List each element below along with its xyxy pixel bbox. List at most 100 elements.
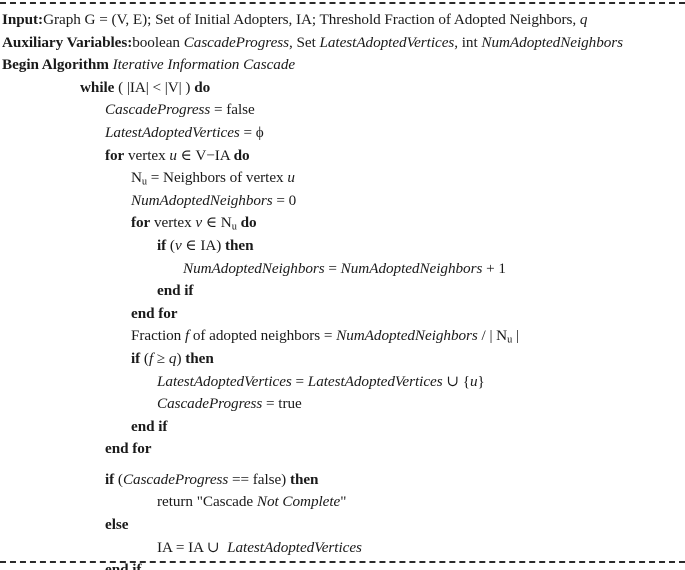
for-keyword: for	[131, 214, 151, 232]
assign-empty-set: = ϕ	[239, 123, 264, 141]
fraction-text: Fraction	[131, 327, 185, 345]
begin-algorithm-line: Begin Algorithm Iterative Information Ca…	[0, 54, 685, 77]
aux-text-3: , int	[454, 33, 482, 51]
input-label: Input:	[2, 11, 44, 28]
return-not-complete-line: return "Cascade Not Complete"	[0, 491, 685, 514]
neighbor-set-symbol: N	[131, 169, 142, 187]
end-for-keyword: end for	[131, 304, 178, 322]
update-ia-line: IA = IA ∪ LatestAdoptedVertices	[0, 537, 685, 560]
algorithm-name: Iterative Information Cascade	[112, 56, 296, 74]
input-line: Input:Graph G = (V, E); Set of Initial A…	[0, 9, 685, 32]
equals: =	[324, 259, 341, 277]
var-numadoptedneighbors-rhs: NumAdoptedNeighbors	[340, 259, 483, 277]
increment-numadoptedneighbors-line: NumAdoptedNeighbors = NumAdoptedNeighbor…	[0, 258, 685, 281]
aux-text-1: boolean	[132, 33, 184, 51]
do-keyword: do	[240, 214, 257, 232]
else-keyword: else	[105, 516, 129, 534]
else-line: else	[0, 514, 685, 537]
var-latestadoptedvertices-lhs: LatestAdoptedVertices	[157, 372, 292, 390]
do-keyword: do	[194, 78, 211, 96]
return-keyword: return	[157, 493, 193, 511]
then-keyword: then	[185, 349, 214, 367]
close-quote: "	[340, 493, 347, 511]
while-line: while ( |IA| < |V| ) do	[0, 77, 685, 100]
end-for-keyword: end for	[105, 440, 152, 458]
begin-algorithm-label: Begin Algorithm	[2, 56, 109, 74]
var-numadoptedneighbors: NumAdoptedNeighbors	[336, 327, 478, 345]
var-cascadeprogress: CascadeProgress	[105, 101, 211, 119]
algorithm-figure: Input:Graph G = (V, E); Set of Initial A…	[0, 0, 685, 570]
end-if-keyword: end if	[131, 417, 168, 435]
for-keyword: for	[105, 146, 125, 164]
if-keyword: if	[131, 349, 141, 367]
open-paren: (	[114, 470, 123, 488]
var-latestadoptedvertices: LatestAdoptedVertices	[227, 538, 362, 556]
neighbors-text: = Neighbors of vertex	[147, 169, 288, 187]
if-no-progress-line: if (CascadeProgress == false) then	[0, 469, 685, 492]
close-paren: )	[176, 349, 186, 367]
if-keyword: if	[157, 236, 167, 254]
end-if-inner-line: end if	[0, 280, 685, 303]
end-for-outer-line: end for	[0, 438, 685, 461]
end-for-inner-line: end for	[0, 303, 685, 326]
ge-operator: ≥	[153, 349, 169, 367]
then-keyword: then	[289, 470, 319, 488]
then-keyword: then	[225, 236, 254, 254]
if-keyword: if	[105, 470, 115, 488]
assign-cascadeprogress-false-line: CascadeProgress = false	[0, 99, 685, 122]
fraction-computation-line: Fraction f of adopted neighbors = NumAdo…	[0, 325, 685, 348]
auxiliary-variables-line: Auxiliary Variables:boolean CascadeProgr…	[0, 32, 685, 55]
aux-var-numadoptedneighbors: NumAdoptedNeighbors	[481, 33, 624, 51]
assign-zero: = 0	[272, 191, 297, 209]
assign-true: = true	[262, 395, 302, 413]
open-paren: (	[166, 236, 175, 254]
var-latestadoptedvertices-rhs: LatestAdoptedVertices	[307, 372, 443, 390]
return-value-not-complete: Not Complete	[256, 493, 341, 511]
close-brace: }	[477, 372, 485, 390]
if-v-in-ia-line: if (v ∈ IA) then	[0, 235, 685, 258]
var-numadoptedneighbors: NumAdoptedNeighbors	[131, 191, 273, 209]
divide-neighbor-set: / | N	[477, 327, 508, 345]
if-f-ge-q-line: if (f ≥ q) then	[0, 348, 685, 371]
var-cascadeprogress: CascadeProgress	[122, 470, 229, 488]
fraction-text-2: of adopted neighbors =	[189, 327, 337, 345]
auxiliary-variables-label: Auxiliary Variables:	[2, 33, 133, 51]
blank-spacer	[0, 461, 685, 469]
membership-ia: ∈ IA)	[181, 236, 226, 254]
return-text: "Cascade	[192, 493, 257, 511]
for-text: vertex	[124, 146, 170, 164]
top-divider-rule	[0, 2, 685, 4]
while-condition: ( |IA| < |V| )	[114, 78, 195, 96]
assign-false: = false	[210, 101, 255, 119]
for-vertex-v-line: for vertex v ∈ Nu do	[0, 212, 685, 235]
input-threshold-var: q	[579, 11, 588, 28]
while-keyword: while	[80, 78, 115, 96]
union-operator: ∪ {	[442, 372, 470, 390]
cardinality-close: |	[512, 327, 519, 345]
union-latestadoptedvertices-line: LatestAdoptedVertices = LatestAdoptedVer…	[0, 371, 685, 394]
var-v: v	[174, 236, 182, 254]
for-domain: ∈ N	[202, 214, 232, 232]
var-u: u	[169, 146, 177, 164]
plus-one: + 1	[482, 259, 506, 277]
assign-latestadoptedvertices-empty-line: LatestAdoptedVertices = ϕ	[0, 122, 685, 145]
for-domain: ∈ V−IA	[176, 146, 234, 164]
assign-numadoptedneighbors-zero-line: NumAdoptedNeighbors = 0	[0, 190, 685, 213]
do-keyword: do	[233, 146, 250, 164]
var-numadoptedneighbors-lhs: NumAdoptedNeighbors	[183, 259, 325, 277]
aux-var-latestadoptedvertices: LatestAdoptedVertices	[319, 33, 455, 51]
equality-false: == false)	[228, 470, 290, 488]
ia-union-text: IA = IA ∪	[157, 538, 228, 556]
neighbors-assign-line: Nu = Neighbors of vertex u	[0, 167, 685, 190]
open-paren: (	[140, 349, 149, 367]
var-latestadoptedvertices: LatestAdoptedVertices	[105, 123, 240, 141]
pseudocode-block: Input:Graph G = (V, E); Set of Initial A…	[0, 9, 685, 570]
aux-text-2: , Set	[288, 33, 320, 51]
var-u: u	[287, 169, 295, 187]
var-u: u	[470, 372, 478, 390]
end-if-threshold-line: end if	[0, 416, 685, 439]
var-cascadeprogress: CascadeProgress	[157, 395, 263, 413]
bottom-divider-rule	[0, 561, 685, 563]
input-text: Graph G = (V, E); Set of Initial Adopter…	[43, 11, 580, 28]
for-text: vertex	[150, 214, 196, 232]
